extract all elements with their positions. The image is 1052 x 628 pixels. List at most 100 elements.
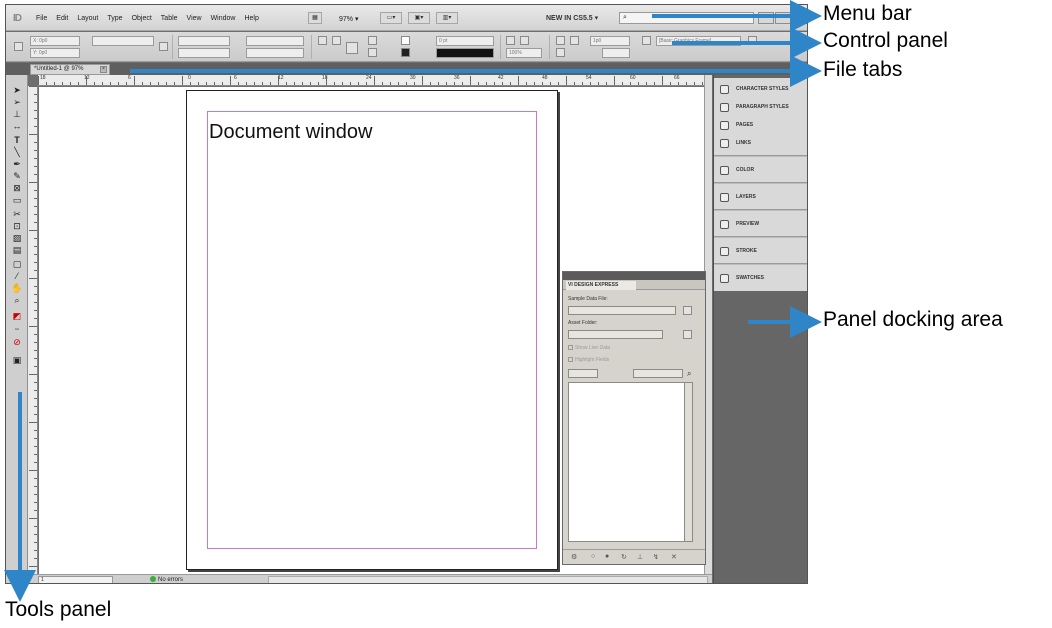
constrain-proportions-icon[interactable]	[159, 42, 168, 51]
field-list[interactable]	[568, 382, 693, 542]
note-tool-icon[interactable]: ▢	[11, 259, 23, 270]
menu-edit[interactable]: Edit	[56, 15, 68, 22]
view-options-button[interactable]: ▭▾	[380, 12, 402, 24]
minimize-button[interactable]	[758, 12, 774, 24]
shear-field[interactable]	[246, 48, 304, 58]
menu-file[interactable]: File	[36, 15, 47, 22]
stroke-weight-field[interactable]: 0 pt	[436, 36, 494, 46]
dock-item-layers[interactable]: LAYERS	[714, 189, 807, 206]
fill-stroke-icon[interactable]: ◩	[11, 311, 23, 322]
zoom-level[interactable]: 97% ▾	[339, 15, 358, 23]
gap-tool-icon[interactable]: ↔	[11, 121, 23, 132]
maximize-button[interactable]	[775, 12, 791, 24]
dock-item-color[interactable]: COLOR	[714, 162, 807, 179]
flip-icon[interactable]	[368, 36, 377, 45]
pen-tool-icon[interactable]: ✒	[11, 159, 23, 170]
screen-mode-icon[interactable]: ▣	[11, 355, 23, 366]
delete-icon[interactable]: ✕	[671, 553, 677, 561]
x-field[interactable]: X: 0p0	[30, 36, 80, 46]
panel-tab[interactable]: VI DESIGN EXPRESS	[566, 281, 636, 290]
menu-layout[interactable]: Layout	[77, 15, 98, 22]
pencil-tool-icon[interactable]: ✎	[11, 171, 23, 182]
menu-window[interactable]: Window	[211, 15, 236, 22]
style-dropdown-icon[interactable]	[748, 36, 757, 45]
width-field[interactable]	[92, 36, 154, 46]
arrange-documents-button[interactable]: ▥▾	[436, 12, 458, 24]
object-style-select[interactable]: [Basic Graphics Frame]	[656, 36, 741, 46]
dock-item-swatches[interactable]: SWATCHES	[714, 270, 807, 287]
menu-help[interactable]: Help	[244, 15, 258, 22]
rectangle-tool-icon[interactable]: ▭	[11, 195, 23, 206]
field-search-input[interactable]	[633, 369, 683, 378]
menu-object[interactable]: Object	[132, 15, 152, 22]
drop-shadow-icon[interactable]	[506, 36, 515, 45]
apply-none-icon[interactable]: ⊘	[11, 337, 23, 348]
opacity-field[interactable]: 100%	[506, 48, 542, 58]
menu-type[interactable]: Type	[107, 15, 122, 22]
stroke-swatch-icon[interactable]	[401, 48, 410, 57]
hand-tool-icon[interactable]: ✋	[11, 283, 23, 294]
page-tool-icon[interactable]: ⊥	[11, 109, 23, 120]
new-field-icon[interactable]: ⊥	[637, 553, 643, 561]
effects-icon[interactable]	[520, 36, 529, 45]
update-icon[interactable]: ↯	[653, 553, 659, 561]
menu-table[interactable]: Table	[161, 15, 178, 22]
dock-item-pages[interactable]: PAGES	[714, 117, 807, 134]
spacing-field[interactable]: 1p0	[590, 36, 630, 46]
dock-item-stroke[interactable]: STROKE	[714, 243, 807, 260]
y-field[interactable]: Y: 0p0	[30, 48, 80, 58]
p-icon[interactable]	[346, 42, 358, 54]
zoom-tool-icon[interactable]: ⌕	[11, 295, 23, 306]
rotate-cw-icon[interactable]	[318, 36, 327, 45]
scale-x-field[interactable]	[178, 36, 230, 46]
field-name-input[interactable]	[568, 369, 598, 378]
gradient-feather-tool-icon[interactable]: ▤	[11, 245, 23, 256]
reference-point-icon[interactable]	[14, 42, 23, 51]
screen-mode-button[interactable]: ▣▾	[408, 12, 430, 24]
asset-browse-icon[interactable]	[683, 330, 692, 339]
dock-item-paragraph-styles[interactable]: PARAGRAPH STYLES	[714, 99, 807, 116]
circle-icon[interactable]: ○	[591, 553, 595, 560]
settings-icon[interactable]: ⚙	[571, 553, 577, 561]
scissors-tool-icon[interactable]: ✂	[11, 209, 23, 220]
fitting-icon[interactable]	[556, 48, 565, 57]
panel-drag-bar[interactable]	[563, 272, 705, 280]
rotate-ccw-icon[interactable]	[332, 36, 341, 45]
formatting-affects-icon[interactable]: ▫▫	[11, 325, 23, 336]
bridge-button[interactable]: ▦	[308, 12, 322, 24]
highlight-fields-checkbox[interactable]: Highlight Fields	[568, 357, 609, 363]
show-live-data-checkbox[interactable]: Show Live Data	[568, 345, 610, 351]
select-container-icon[interactable]	[368, 48, 377, 57]
record-icon[interactable]: ●	[605, 553, 609, 560]
close-tab-icon[interactable]: ×	[100, 66, 107, 73]
stroke-type-select[interactable]	[436, 48, 494, 58]
sample-data-field[interactable]	[568, 306, 676, 315]
gradient-swatch-tool-icon[interactable]: ▨	[11, 233, 23, 244]
dock-item-links[interactable]: LINKS	[714, 135, 807, 152]
rectangle-frame-tool-icon[interactable]: ⊠	[11, 183, 23, 194]
line-tool-icon[interactable]: ╲	[11, 147, 23, 158]
workspace-switcher[interactable]: NEW IN CS5.5 ▾	[546, 14, 598, 22]
page-number-field[interactable]: 1	[38, 576, 113, 583]
asset-folder-field[interactable]	[568, 330, 663, 339]
horizontal-scrollbar[interactable]	[268, 576, 708, 583]
dock-item-character-styles[interactable]: CHARACTER STYLES	[714, 81, 807, 98]
document-page[interactable]: Document window	[186, 90, 558, 570]
dock-item-preview[interactable]: PREVIEW	[714, 216, 807, 233]
browse-folder-icon[interactable]	[683, 306, 692, 315]
text-wrap-icon[interactable]	[556, 36, 565, 45]
link-icon[interactable]: ↻	[621, 553, 627, 561]
columns-field[interactable]	[602, 48, 630, 58]
fill-swatch-icon[interactable]	[401, 36, 410, 45]
object-style-icon[interactable]	[642, 36, 651, 45]
preflight-status[interactable]: No errors	[150, 576, 183, 583]
field-list-scrollbar[interactable]	[684, 382, 693, 542]
search-icon[interactable]: ⌕	[687, 369, 691, 379]
free-transform-tool-icon[interactable]: ⊡	[11, 221, 23, 232]
menu-view[interactable]: View	[187, 15, 202, 22]
rotation-field[interactable]	[246, 36, 304, 46]
eyedropper-tool-icon[interactable]: ⁄	[11, 271, 23, 282]
selection-tool-icon[interactable]: ➤	[11, 85, 23, 96]
type-tool-icon[interactable]: T	[11, 135, 23, 146]
direct-selection-tool-icon[interactable]: ➢	[11, 97, 23, 108]
